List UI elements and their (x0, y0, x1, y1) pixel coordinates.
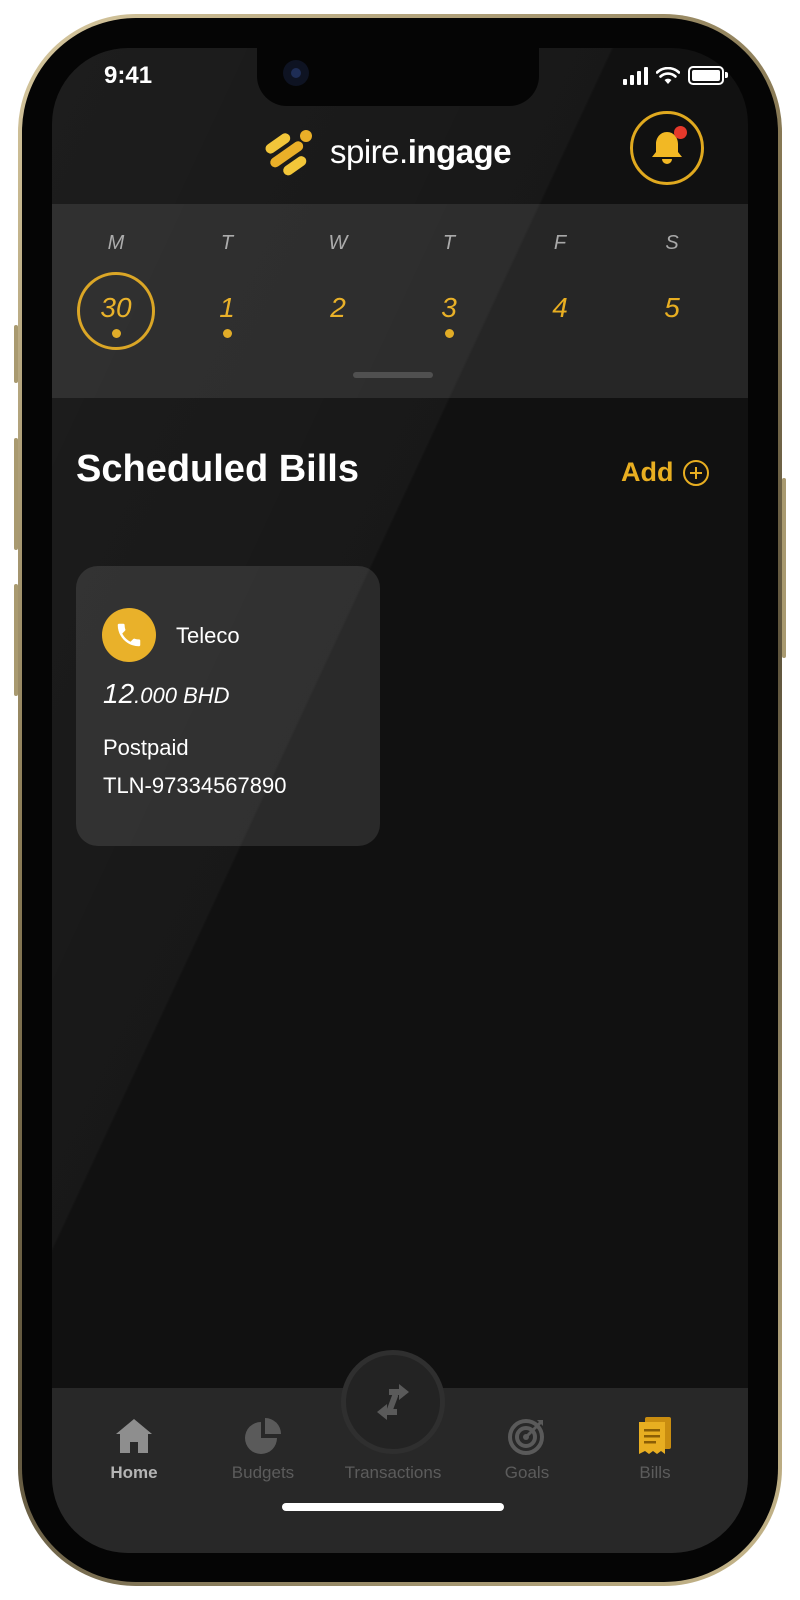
bill-name: Teleco (176, 623, 240, 648)
day-date: 4 (552, 292, 568, 323)
cellular-signal-icon (623, 66, 648, 85)
notifications-button[interactable] (630, 111, 704, 185)
plus-circle-icon (683, 459, 710, 486)
battery-icon (688, 66, 728, 85)
day-date: 3 (441, 292, 457, 323)
event-dot (223, 329, 232, 338)
status-time: 9:41 (104, 62, 153, 89)
day-letter: S (665, 232, 679, 254)
add-bill-button[interactable]: Add (621, 457, 710, 488)
status-icons (623, 66, 728, 85)
day-date: 30 (100, 292, 132, 323)
day-letter: T (220, 232, 234, 254)
day-date: 1 (219, 292, 235, 323)
front-camera (283, 60, 309, 86)
add-label: Add (621, 457, 674, 487)
bill-type: Postpaid (103, 735, 189, 760)
logo-prefix: spire. (330, 133, 408, 170)
section-title: Scheduled Bills (76, 448, 359, 490)
spire-logo-icon (265, 130, 312, 176)
bill-amount-dec: .000 BHD (134, 683, 230, 708)
tab-label: Transactions (344, 1463, 442, 1482)
day-date: 5 (664, 292, 680, 323)
home-icon (116, 1419, 152, 1453)
notification-badge (674, 126, 687, 139)
calendar-drag-handle[interactable] (353, 372, 433, 378)
day-letter: T (442, 232, 456, 254)
day-letter: F (553, 232, 567, 254)
tab-label: Budgets (231, 1463, 295, 1482)
wifi-icon (656, 66, 680, 84)
bill-amount-int: 12 (103, 678, 135, 709)
app-logo: spire.ingage (262, 124, 512, 180)
transfer-icon (377, 1384, 409, 1420)
volume-up-button (14, 438, 18, 550)
week-calendar: M 30 T 1 W 2 T 3 F 4 S 5 (52, 204, 748, 398)
day-letter: W (328, 232, 348, 254)
phone-icon (102, 608, 156, 662)
transactions-center-button[interactable] (341, 1350, 445, 1454)
app-screen: 9:41 spire.ingage M 30 T 1 W 2 T 3 F 4 S… (52, 48, 748, 1553)
power-button (782, 478, 786, 658)
receipt-icon (639, 1417, 671, 1454)
bill-amount: 12.000 BHD (103, 678, 230, 710)
bill-account-number: TLN-97334567890 (103, 773, 287, 798)
logo-wordmark: spire.ingage (330, 133, 512, 171)
day-letter: M (107, 232, 125, 254)
notch (257, 48, 539, 106)
pie-chart-icon (245, 1418, 281, 1454)
silent-switch (14, 325, 18, 383)
tab-label: Home (110, 1463, 158, 1482)
tab-label: Bills (639, 1463, 671, 1482)
event-dot (445, 329, 454, 338)
logo-bold: ingage (407, 133, 512, 170)
event-dot (112, 329, 121, 338)
volume-down-button (14, 584, 18, 696)
bill-card[interactable]: Teleco 12.000 BHD Postpaid TLN-973345678… (76, 566, 380, 846)
home-indicator (282, 1503, 504, 1511)
target-icon (508, 1419, 544, 1455)
day-date: 2 (330, 292, 346, 323)
bottom-tab-bar: Home Budgets Transactions Goals Bills (52, 1350, 748, 1553)
tab-label: Goals (504, 1463, 550, 1482)
